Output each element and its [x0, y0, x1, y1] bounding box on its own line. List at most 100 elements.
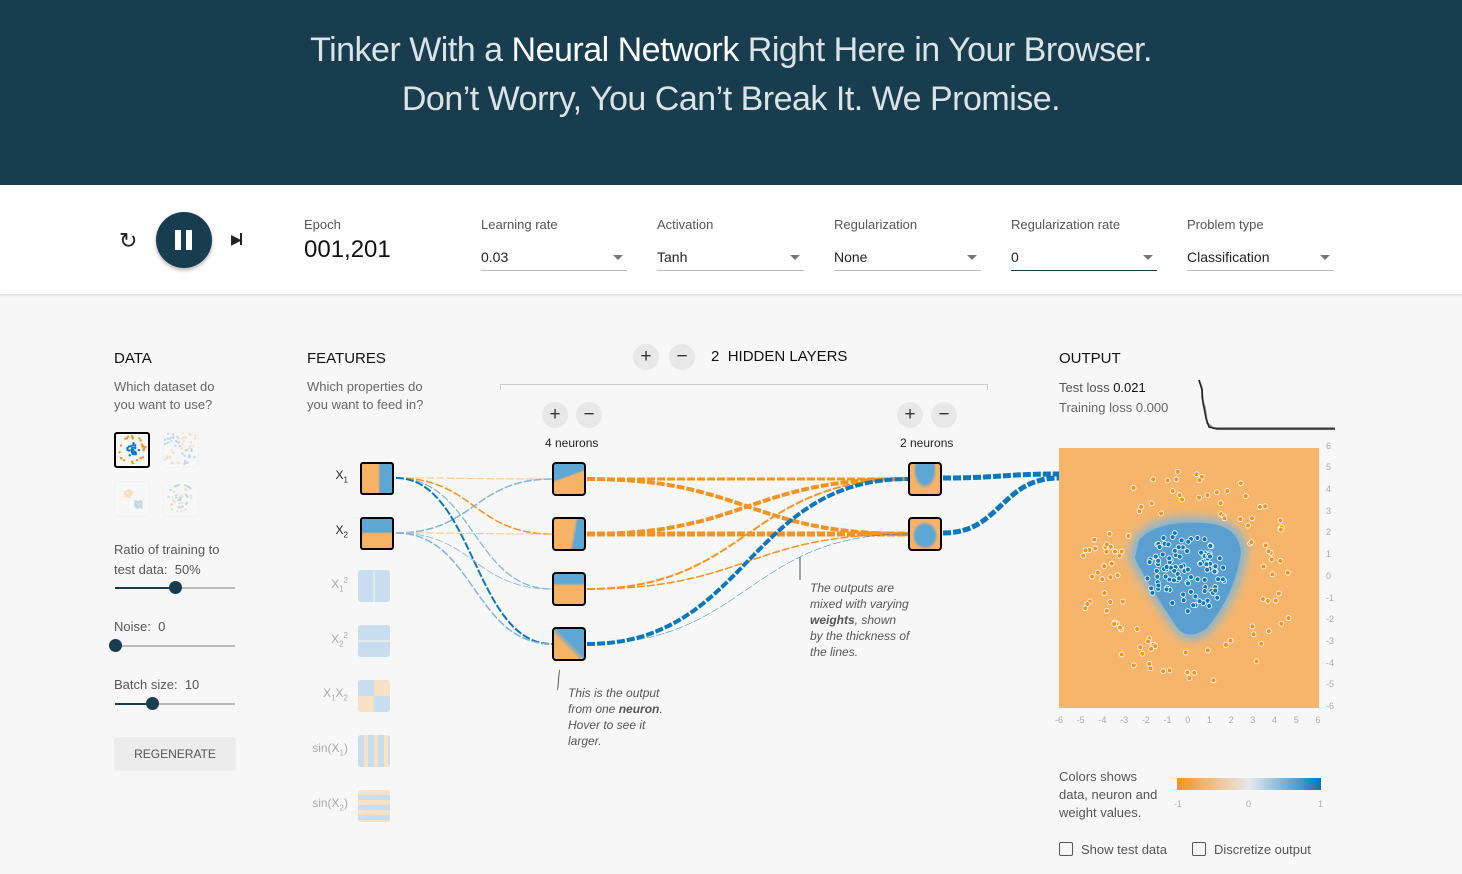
- data-point-orange: [1118, 548, 1125, 555]
- data-point-blue: [1211, 568, 1218, 575]
- neuron-layer1[interactable]: [552, 517, 586, 551]
- data-point-orange: [1227, 637, 1234, 644]
- data-point-blue: [1154, 573, 1161, 580]
- color-legend-bar: [1177, 778, 1321, 790]
- data-point-blue: [1148, 585, 1155, 592]
- data-point-blue: [1197, 560, 1204, 567]
- weights-annotation: The outputs are mixed with varying weigh…: [810, 581, 910, 659]
- data-point-blue: [1176, 553, 1183, 560]
- x-axis-tick: 5: [1293, 715, 1299, 725]
- neuron-layer2[interactable]: [908, 517, 942, 551]
- data-point-blue: [1169, 534, 1176, 540]
- data-point-orange: [1173, 476, 1180, 483]
- discretize-output-checkbox[interactable]: Discretize output: [1192, 842, 1311, 857]
- data-point-orange: [1179, 496, 1185, 503]
- test-loss: Test loss 0.021: [1059, 380, 1146, 395]
- data-point-orange: [1108, 560, 1115, 567]
- data-point-blue: [1146, 559, 1153, 565]
- data-point-orange: [1191, 669, 1198, 676]
- data-point-orange: [1091, 536, 1098, 543]
- y-axis-tick: -2: [1326, 614, 1335, 625]
- data-point-orange: [1196, 477, 1203, 484]
- data-point-orange: [1275, 590, 1282, 597]
- data-point-orange: [1285, 615, 1292, 621]
- y-axis-tick: 2: [1326, 527, 1332, 538]
- weight-link[interactable]: [395, 478, 553, 534]
- data-point-orange: [1145, 638, 1151, 645]
- y-axis-tick: -6: [1326, 701, 1335, 711]
- data-point-blue: [1169, 600, 1176, 606]
- data-point-orange: [1204, 492, 1211, 499]
- data-point-orange: [1101, 590, 1108, 597]
- data-point-blue: [1216, 555, 1223, 562]
- data-point-blue: [1175, 544, 1182, 551]
- x-axis-tick: 4: [1272, 715, 1278, 725]
- data-point-blue: [1184, 608, 1191, 615]
- data-point-orange: [1284, 569, 1291, 576]
- y-axis-tick: 4: [1326, 484, 1332, 494]
- data-point-orange: [1249, 515, 1255, 522]
- x-axis-tick: 6: [1315, 715, 1321, 725]
- data-point-orange: [1118, 651, 1125, 658]
- y-axis-tick: -4: [1326, 657, 1335, 668]
- data-point-blue: [1201, 588, 1208, 595]
- data-point-orange: [1262, 542, 1269, 549]
- neuron-layer1[interactable]: [552, 572, 586, 606]
- data-point-blue: [1165, 541, 1172, 548]
- data-point-blue: [1190, 602, 1197, 609]
- data-point-blue: [1215, 576, 1221, 583]
- data-point-orange: [1160, 668, 1167, 675]
- data-point-blue: [1163, 586, 1170, 593]
- data-point-orange: [1265, 548, 1272, 555]
- neuron-layer1[interactable]: [552, 462, 586, 496]
- output-title: OUTPUT: [1059, 350, 1121, 367]
- x-axis-tick: 2: [1228, 715, 1234, 725]
- data-point-orange: [1099, 576, 1106, 583]
- data-point-orange: [1103, 548, 1110, 555]
- data-point-blue: [1155, 582, 1162, 589]
- data-point-orange: [1164, 477, 1171, 484]
- data-point-blue: [1212, 563, 1219, 570]
- data-point-blue: [1188, 589, 1194, 595]
- data-point-blue: [1171, 567, 1178, 574]
- data-point-orange: [1237, 516, 1244, 522]
- legend-tick: -1: [1174, 799, 1183, 809]
- data-point-orange: [1169, 488, 1176, 494]
- neuron-layer2[interactable]: [908, 462, 942, 496]
- data-point-orange: [1259, 596, 1266, 603]
- data-point-orange: [1217, 500, 1224, 507]
- data-point-blue: [1185, 580, 1191, 587]
- network-links: [395, 471, 1060, 691]
- weight-link[interactable]: [395, 477, 553, 480]
- data-point-orange: [1139, 650, 1146, 657]
- data-point-orange: [1277, 526, 1284, 533]
- weight-link[interactable]: [586, 477, 909, 536]
- legend-tick: 1: [1318, 799, 1324, 809]
- x-axis-tick: 1: [1206, 715, 1212, 725]
- data-point-blue: [1163, 564, 1170, 570]
- data-point-blue: [1220, 564, 1227, 571]
- data-point-orange: [1210, 677, 1217, 684]
- weight-link[interactable]: [556, 669, 561, 691]
- show-test-data-checkbox[interactable]: Show test data: [1059, 842, 1167, 857]
- data-point-orange: [1089, 573, 1096, 580]
- output-heatmap[interactable]: [1059, 448, 1319, 708]
- x-axis-tick: -2: [1141, 715, 1150, 725]
- data-point-blue: [1207, 553, 1213, 560]
- weight-link[interactable]: [395, 532, 553, 645]
- data-point-orange: [1224, 488, 1231, 494]
- data-point-orange: [1119, 598, 1126, 605]
- data-point-blue: [1171, 577, 1177, 584]
- weight-link[interactable]: [942, 475, 1060, 536]
- data-point-orange: [1107, 599, 1114, 605]
- data-point-orange: [1106, 530, 1113, 537]
- data-point-orange: [1130, 485, 1137, 491]
- y-axis-tick: -1: [1326, 592, 1335, 603]
- weight-link[interactable]: [395, 532, 553, 590]
- data-point-orange: [1125, 533, 1132, 539]
- data-point-orange: [1237, 480, 1244, 487]
- neuron-layer1[interactable]: [552, 627, 586, 661]
- x-axis-tick: -5: [1076, 715, 1085, 725]
- data-point-orange: [1277, 517, 1284, 524]
- data-point-blue: [1219, 576, 1226, 583]
